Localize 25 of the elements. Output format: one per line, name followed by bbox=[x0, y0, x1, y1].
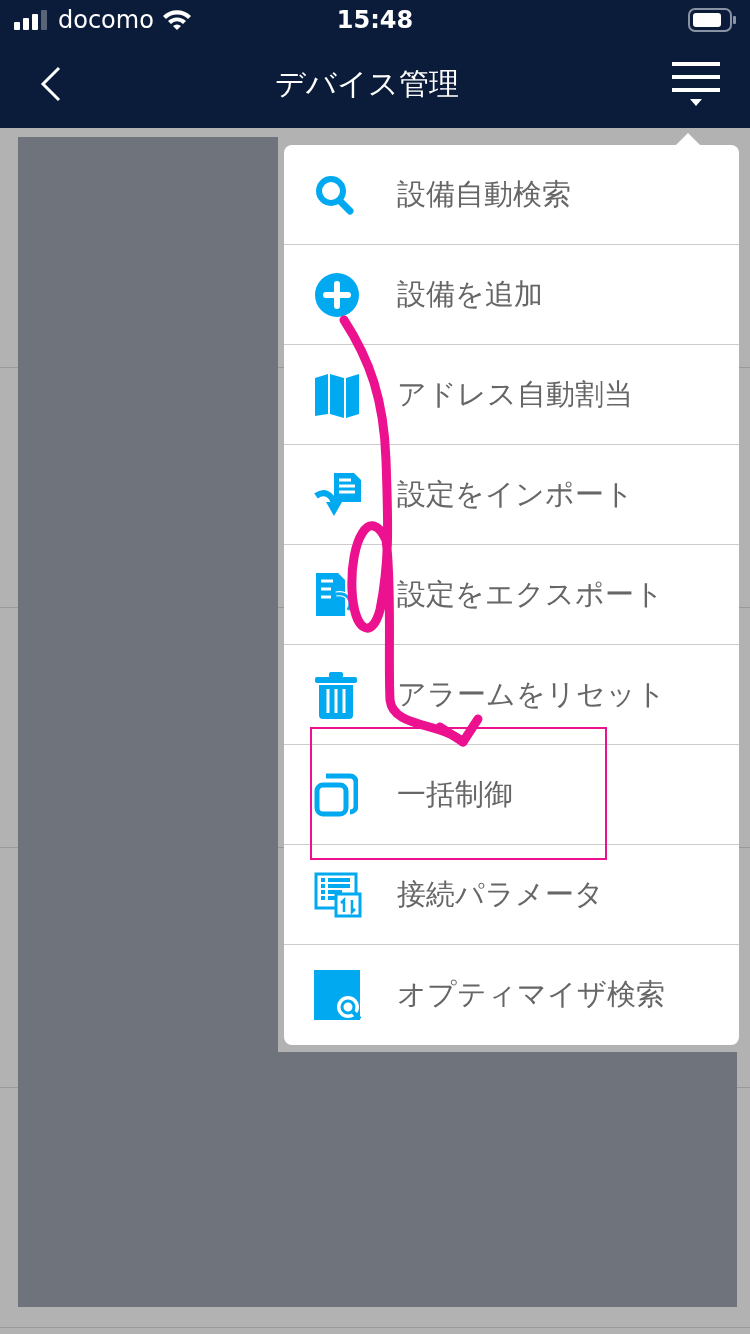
back-icon[interactable] bbox=[40, 66, 62, 102]
wifi-icon bbox=[161, 9, 192, 31]
search-icon bbox=[314, 173, 354, 216]
menu-item[interactable]: 一括制御 bbox=[284, 745, 739, 845]
carrier-name: docomo bbox=[58, 6, 154, 34]
document-arrow-icon bbox=[314, 471, 362, 518]
clock-time: 15:48 bbox=[336, 6, 414, 34]
menu-icon[interactable] bbox=[672, 61, 720, 107]
menu-item[interactable]: オプティマイザ検索 bbox=[284, 945, 739, 1045]
menu-item[interactable]: 設備自動検索 bbox=[284, 145, 739, 245]
menu-item[interactable]: 設備を追加 bbox=[284, 245, 739, 345]
stacked-squares-icon bbox=[314, 772, 358, 817]
menu-item[interactable]: アラームをリセット bbox=[284, 645, 739, 745]
menu-item[interactable]: アドレス自動割当 bbox=[284, 345, 739, 445]
magnifier-square-icon bbox=[314, 970, 364, 1020]
menu-item[interactable]: 設定をエクスポート bbox=[284, 545, 739, 645]
plus-circle-icon bbox=[314, 271, 360, 318]
menu-item[interactable]: 接続パラメータ bbox=[284, 845, 739, 945]
menu-item[interactable]: 設定をインポート bbox=[284, 445, 739, 545]
screen-title: デバイス管理 bbox=[275, 64, 459, 103]
battery-icon bbox=[688, 8, 736, 32]
trash-icon bbox=[314, 670, 358, 719]
signal-icon bbox=[14, 10, 50, 30]
map-icon bbox=[314, 371, 360, 418]
list-arrows-icon bbox=[314, 871, 362, 918]
